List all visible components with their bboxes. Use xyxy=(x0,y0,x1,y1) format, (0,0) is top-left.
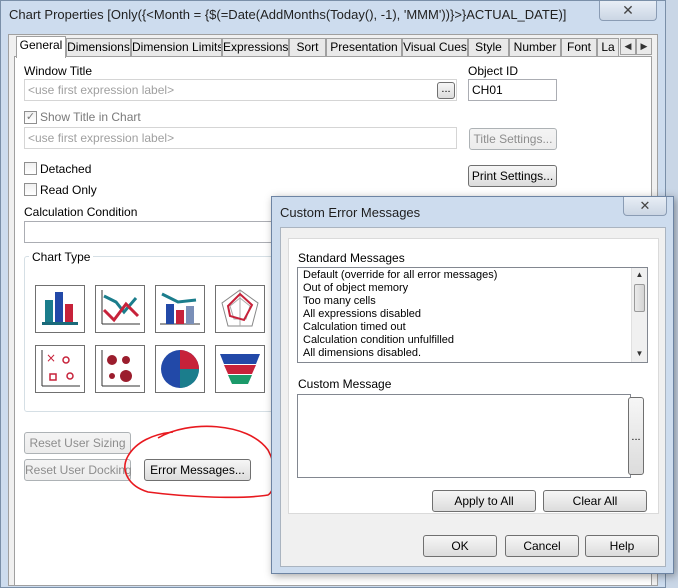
grid-chart-icon[interactable] xyxy=(95,345,145,393)
list-scrollbar[interactable]: ▲ ▼ xyxy=(631,268,647,362)
list-item[interactable]: Too many cells xyxy=(300,295,630,308)
tab-number[interactable]: Number xyxy=(509,38,561,56)
tab-dimensions[interactable]: Dimensions xyxy=(66,38,131,56)
window-title: Chart Properties [Only({<Month = {$(=Dat… xyxy=(9,7,567,22)
close-icon: ✕ xyxy=(622,2,634,18)
tab-layout[interactable]: La xyxy=(597,38,619,56)
custom-message-label: Custom Message xyxy=(298,377,392,391)
tab-scroll-left-button[interactable]: ◀ xyxy=(620,38,636,55)
tab-sort[interactable]: Sort xyxy=(289,38,326,56)
svg-text:×: × xyxy=(46,351,56,365)
scroll-thumb[interactable] xyxy=(634,284,645,312)
standard-messages-list[interactable]: Default (override for all error messages… xyxy=(297,267,648,363)
window-title-label: Window Title xyxy=(24,64,93,78)
object-id-label: Object ID xyxy=(468,64,519,78)
show-title-field[interactable]: <use first expression label> xyxy=(24,127,457,149)
dialog-title: Custom Error Messages xyxy=(280,205,421,220)
list-item[interactable]: Calculation timed out xyxy=(300,321,630,334)
annotation-circle xyxy=(124,425,276,499)
line-chart-icon[interactable] xyxy=(95,285,145,333)
custom-error-messages-dialog: Custom Error Messages ✕ Standard Message… xyxy=(271,196,674,574)
window-title-expression-button[interactable]: ... xyxy=(437,82,455,99)
tab-general[interactable]: General xyxy=(16,36,66,58)
read-only-label: Read Only xyxy=(40,183,97,197)
funnel-chart-icon[interactable] xyxy=(215,345,265,393)
arrow-left-icon: ◀ xyxy=(624,41,632,51)
pie-chart-icon[interactable] xyxy=(155,345,205,393)
show-title-checkbox[interactable]: ✓ xyxy=(24,111,37,124)
dialog-close-button[interactable]: ✕ xyxy=(623,197,667,216)
print-settings-button[interactable]: Print Settings... xyxy=(468,165,557,187)
custom-message-field[interactable] xyxy=(297,394,631,478)
scroll-up-icon[interactable]: ▲ xyxy=(632,268,647,282)
tab-visual-cues[interactable]: Visual Cues xyxy=(402,38,468,56)
custom-message-expression-button[interactable]: ... xyxy=(628,397,644,475)
tab-expressions[interactable]: Expressions xyxy=(222,38,289,56)
apply-to-all-button[interactable]: Apply to All xyxy=(432,490,536,512)
arrow-right-icon: ▶ xyxy=(640,41,648,51)
calculation-condition-label: Calculation Condition xyxy=(24,205,138,219)
tab-scroll-right-button[interactable]: ▶ xyxy=(636,38,652,55)
bar-chart-icon[interactable] xyxy=(35,285,85,333)
read-only-checkbox[interactable] xyxy=(24,183,37,196)
list-item[interactable]: Default (override for all error messages… xyxy=(300,269,630,282)
title-settings-button[interactable]: Title Settings... xyxy=(469,128,557,150)
standard-messages-items: Default (override for all error messages… xyxy=(300,269,630,360)
radar-chart-icon[interactable] xyxy=(215,285,265,333)
help-button[interactable]: Help xyxy=(585,535,659,557)
scatter-chart-icon[interactable]: × xyxy=(35,345,85,393)
list-item[interactable]: All expressions disabled xyxy=(300,308,630,321)
tab-presentation[interactable]: Presentation xyxy=(326,38,402,56)
detached-checkbox[interactable] xyxy=(24,162,37,175)
close-icon: ✕ xyxy=(639,198,651,213)
tab-style[interactable]: Style xyxy=(468,38,509,56)
cancel-button[interactable]: Cancel xyxy=(505,535,579,557)
scroll-down-icon[interactable]: ▼ xyxy=(632,347,647,361)
clear-all-button[interactable]: Clear All xyxy=(543,490,647,512)
window-close-button[interactable]: ✕ xyxy=(599,1,657,21)
tab-font[interactable]: Font xyxy=(561,38,597,56)
ok-button[interactable]: OK xyxy=(423,535,497,557)
combo-chart-icon[interactable] xyxy=(155,285,205,333)
object-id-field[interactable]: CH01 xyxy=(468,79,557,101)
reset-user-sizing-button[interactable]: Reset User Sizing xyxy=(24,432,131,454)
list-item[interactable]: All dimensions disabled. xyxy=(300,347,630,360)
reset-user-docking-button[interactable]: Reset User Docking xyxy=(24,459,132,481)
standard-messages-label: Standard Messages xyxy=(298,251,405,265)
list-item[interactable]: Calculation condition unfulfilled xyxy=(300,334,630,347)
window-title-field[interactable]: <use first expression label> xyxy=(24,79,457,101)
detached-label: Detached xyxy=(40,162,92,176)
tab-dimension-limits[interactable]: Dimension Limits xyxy=(131,38,222,56)
calculation-condition-field[interactable] xyxy=(24,221,274,243)
show-title-label: Show Title in Chart xyxy=(40,110,141,124)
chart-type-label: Chart Type xyxy=(29,250,94,264)
list-item[interactable]: Out of object memory xyxy=(300,282,630,295)
